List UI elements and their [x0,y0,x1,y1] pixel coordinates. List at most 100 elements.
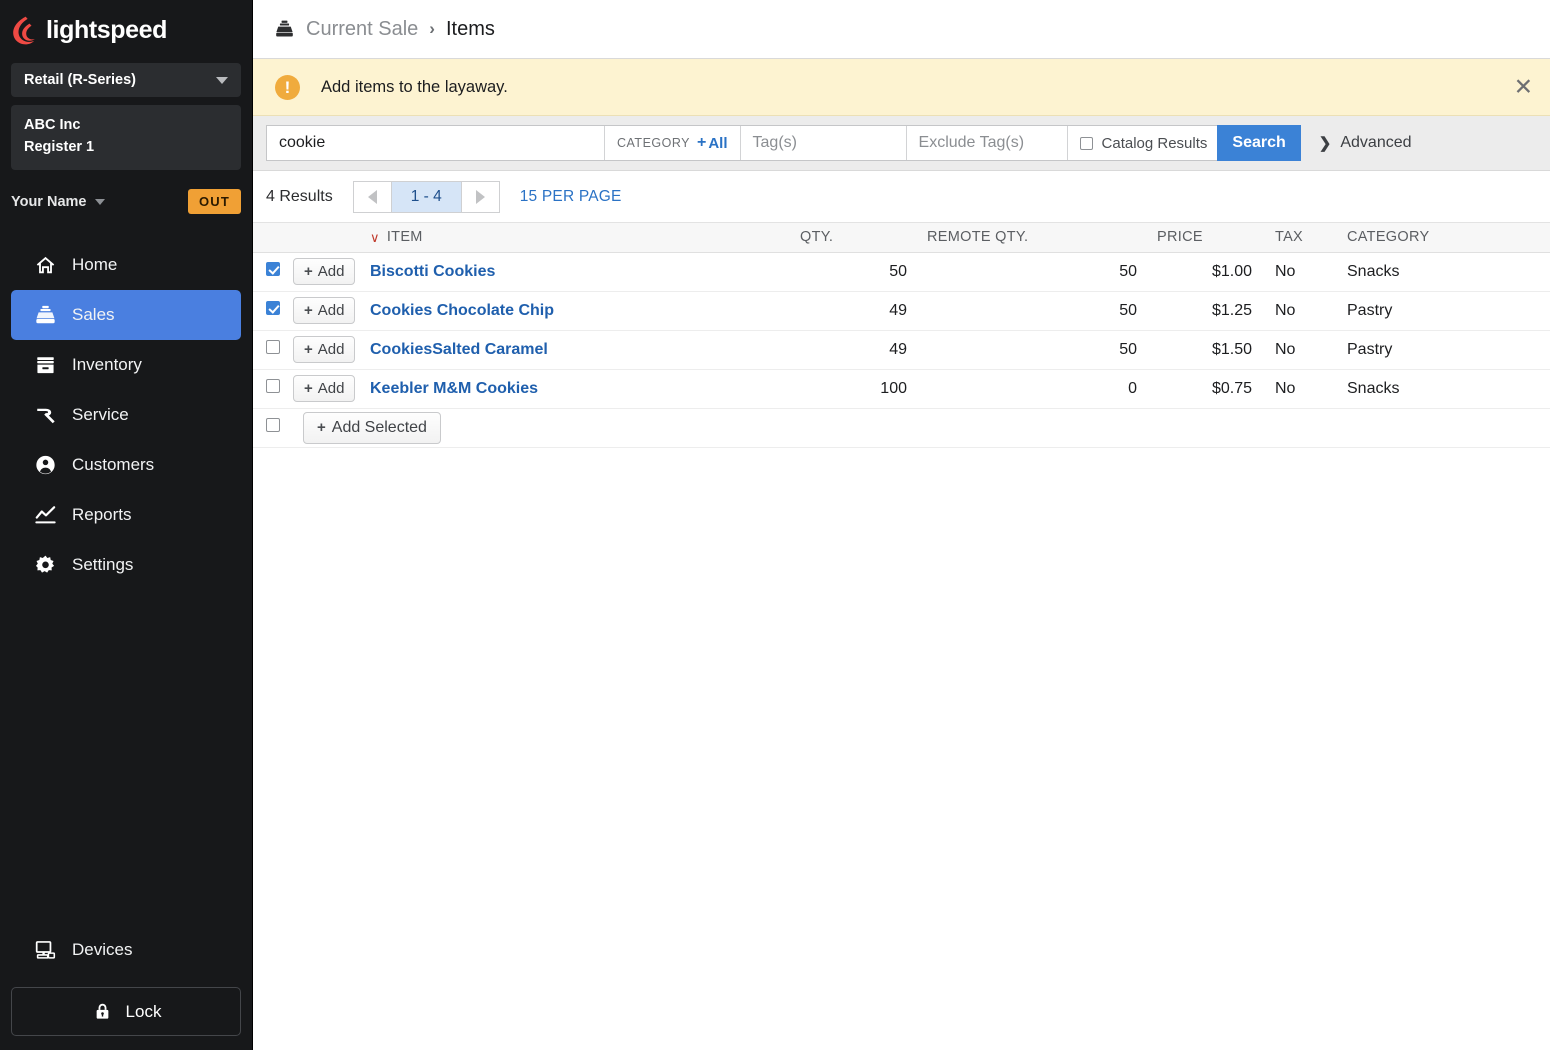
header-tax[interactable]: TAX [1262,223,1334,253]
table-row[interactable]: + Add Cookies Chocolate Chip 49 50 $1.25… [253,291,1550,331]
row-select-cell[interactable] [253,291,293,331]
row-item-cell[interactable]: CookiesSalted Caramel [360,330,790,370]
product-picker[interactable]: Retail (R-Series) [11,63,241,97]
add-item-label: Add [317,302,345,319]
row-add-cell[interactable]: + Add [293,252,360,292]
row-tax: No [1262,330,1334,370]
catalog-results-toggle[interactable]: Catalog Results [1067,126,1218,160]
table-row[interactable]: + Add CookiesSalted Caramel 49 50 $1.50 … [253,330,1550,370]
row-select-cell[interactable] [253,252,293,292]
item-link[interactable]: Keebler M&M Cookies [370,380,538,397]
category-filter[interactable]: CATEGORY + All [605,126,741,160]
pagination-range: 1 - 4 [391,181,461,212]
breadcrumb-current: Items [445,17,495,40]
home-icon [33,253,57,277]
row-qty: 100 [790,369,917,409]
add-selected-cell[interactable]: + Add Selected [293,408,1550,448]
item-link[interactable]: Biscotti Cookies [370,263,495,280]
header-price[interactable]: PRICE [1147,223,1262,253]
sidebar-item-reports[interactable]: Reports [11,490,241,540]
advanced-toggle[interactable]: ❯ Advanced [1319,134,1412,152]
lock-button[interactable]: Lock [11,987,241,1036]
status-badge[interactable]: OUT [187,189,241,215]
store-register: Register 1 [24,139,95,156]
catalog-results-checkbox[interactable] [1079,136,1093,150]
header-remote-qty[interactable]: REMOTE QTY. [917,223,1147,253]
row-checkbox[interactable] [266,379,280,393]
sidebar-item-label: Customers [72,454,155,474]
row-qty: 49 [790,330,917,370]
row-add-cell[interactable]: + Add [293,369,360,409]
row-checkbox[interactable] [266,340,280,354]
brand-name: lightspeed [46,15,168,44]
row-remote-qty: 50 [917,330,1147,370]
sidebar-item-sales[interactable]: Sales [11,289,241,340]
sidebar: lightspeed Retail (R-Series) ABC Inc Reg… [0,0,253,1050]
brand-logo[interactable]: lightspeed [0,0,252,60]
row-category: Snacks [1334,369,1550,409]
row-category: Pastry [1334,330,1550,370]
category-filter-label: CATEGORY [617,136,690,150]
table-row[interactable]: + Add Keebler M&M Cookies 100 0 $0.75 No… [253,369,1550,409]
row-add-cell[interactable]: + Add [293,330,360,370]
sidebar-item-customers[interactable]: Customers [11,440,241,490]
header-item-label: ITEM [386,229,423,245]
user-menu[interactable]: Your Name [11,193,106,210]
category-all-button[interactable]: + All [697,134,728,152]
add-item-button[interactable]: + Add [293,375,356,402]
tags-input[interactable]: Tag(s) [740,126,907,160]
sidebar-item-devices[interactable]: Devices [11,925,241,975]
sidebar-item-inventory[interactable]: Inventory [11,340,241,390]
close-icon[interactable]: ✕ [1514,75,1533,99]
results-table-head: ∨ ITEM QTY. REMOTE QTY. PRICE TAX CATEGO… [253,223,1550,253]
search-toolbar: cookie CATEGORY + All Tag(s) Exclude Tag(… [253,116,1550,171]
sidebar-item-service[interactable]: Service [11,390,241,440]
user-row[interactable]: Your Name OUT [11,180,241,224]
breadcrumb-separator-icon: › [429,19,435,38]
row-select-cell[interactable] [253,330,293,370]
search-input[interactable]: cookie [267,126,605,160]
header-category[interactable]: CATEGORY [1334,223,1550,253]
exclude-tags-input-placeholder: Exclude Tag(s) [918,134,1025,151]
select-all-cell[interactable] [253,408,293,448]
row-item-cell[interactable]: Biscotti Cookies [360,252,790,292]
breadcrumb-parent-link[interactable]: Current Sale [306,18,418,41]
header-qty[interactable]: QTY. [790,223,917,253]
table-row[interactable]: + Add Biscotti Cookies 50 50 $1.00 No Sn… [253,252,1550,292]
add-selected-button[interactable]: + Add Selected [303,411,441,444]
sidebar-item-label: Devices [72,940,133,959]
plus-icon: + [304,341,313,358]
row-checkbox[interactable] [266,301,280,315]
row-qty: 49 [790,291,917,331]
gear-icon [33,553,57,577]
row-add-cell[interactable]: + Add [293,291,360,331]
triangle-right-icon [475,189,485,204]
sidebar-item-home[interactable]: Home [11,240,241,290]
row-select-cell[interactable] [253,369,293,409]
per-page-button[interactable]: 15 PER PAGE [520,188,622,206]
row-item-cell[interactable]: Cookies Chocolate Chip [360,291,790,331]
exclude-tags-input[interactable]: Exclude Tag(s) [906,126,1068,160]
store-company: ABC Inc [24,117,81,133]
sidebar-item-label: Settings [72,554,134,574]
row-checkbox[interactable] [266,262,280,276]
tags-input-placeholder: Tag(s) [752,134,797,151]
sidebar-item-label: Sales [72,304,115,324]
search-button[interactable]: Search [1217,125,1301,161]
header-item[interactable]: ∨ ITEM [360,223,790,253]
select-all-checkbox[interactable] [266,418,280,432]
row-price: $0.75 [1147,369,1262,409]
pagination-next-button[interactable] [460,181,499,212]
store-info[interactable]: ABC Inc Register 1 [11,105,241,170]
item-link[interactable]: Cookies Chocolate Chip [370,302,554,319]
add-item-button[interactable]: + Add [293,297,356,324]
add-item-button[interactable]: + Add [293,258,356,285]
sidebar-item-label: Home [72,254,118,274]
sidebar-item-settings[interactable]: Settings [11,540,241,590]
row-item-cell[interactable]: Keebler M&M Cookies [360,369,790,409]
add-item-button[interactable]: + Add [293,336,356,363]
chart-line-icon [33,503,57,527]
item-link[interactable]: CookiesSalted Caramel [370,341,548,358]
pagination-prev-button[interactable] [353,181,392,212]
user-name: Your Name [11,193,87,210]
